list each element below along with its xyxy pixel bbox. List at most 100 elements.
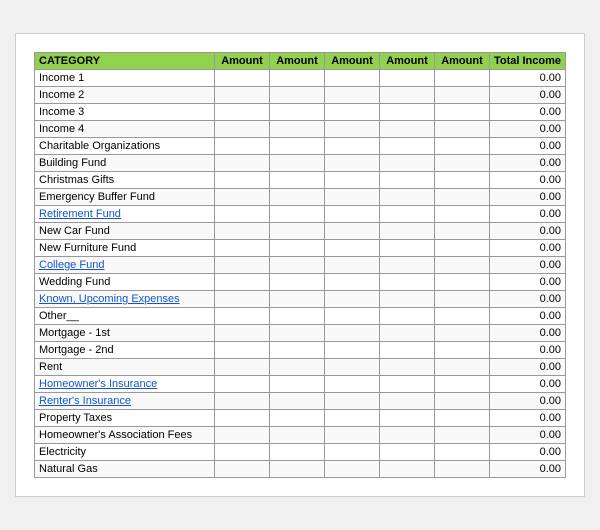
amount-cell[interactable] (214, 410, 269, 427)
amount-cell[interactable] (214, 376, 269, 393)
amount-cell[interactable] (434, 444, 489, 461)
amount-cell[interactable] (269, 325, 324, 342)
amount-cell[interactable] (324, 461, 379, 478)
amount-cell[interactable] (324, 87, 379, 104)
amount-cell[interactable] (434, 308, 489, 325)
amount-cell[interactable] (269, 223, 324, 240)
amount-cell[interactable] (324, 138, 379, 155)
amount-cell[interactable] (434, 325, 489, 342)
amount-cell[interactable] (214, 206, 269, 223)
amount-cell[interactable] (269, 410, 324, 427)
amount-cell[interactable] (434, 104, 489, 121)
amount-cell[interactable] (434, 393, 489, 410)
amount-cell[interactable] (324, 444, 379, 461)
amount-cell[interactable] (324, 427, 379, 444)
amount-cell[interactable] (324, 342, 379, 359)
amount-cell[interactable] (214, 393, 269, 410)
amount-cell[interactable] (434, 376, 489, 393)
amount-cell[interactable] (269, 155, 324, 172)
amount-cell[interactable] (269, 393, 324, 410)
amount-cell[interactable] (379, 393, 434, 410)
amount-cell[interactable] (269, 342, 324, 359)
amount-cell[interactable] (434, 410, 489, 427)
amount-cell[interactable] (269, 427, 324, 444)
amount-cell[interactable] (434, 223, 489, 240)
amount-cell[interactable] (324, 410, 379, 427)
amount-cell[interactable] (269, 240, 324, 257)
category-link[interactable]: Renter's Insurance (39, 395, 131, 407)
amount-cell[interactable] (379, 376, 434, 393)
amount-cell[interactable] (269, 206, 324, 223)
amount-cell[interactable] (214, 461, 269, 478)
amount-cell[interactable] (379, 342, 434, 359)
amount-cell[interactable] (214, 342, 269, 359)
amount-cell[interactable] (214, 308, 269, 325)
amount-cell[interactable] (324, 376, 379, 393)
amount-cell[interactable] (269, 359, 324, 376)
amount-cell[interactable] (379, 189, 434, 206)
amount-cell[interactable] (214, 444, 269, 461)
amount-cell[interactable] (214, 155, 269, 172)
amount-cell[interactable] (324, 70, 379, 87)
amount-cell[interactable] (434, 87, 489, 104)
amount-cell[interactable] (324, 308, 379, 325)
amount-cell[interactable] (434, 291, 489, 308)
amount-cell[interactable] (379, 223, 434, 240)
amount-cell[interactable] (379, 70, 434, 87)
amount-cell[interactable] (324, 257, 379, 274)
category-link[interactable]: Homeowner's Insurance (39, 378, 157, 390)
amount-cell[interactable] (269, 376, 324, 393)
amount-cell[interactable] (434, 359, 489, 376)
amount-cell[interactable] (379, 274, 434, 291)
amount-cell[interactable] (434, 257, 489, 274)
amount-cell[interactable] (324, 206, 379, 223)
amount-cell[interactable] (324, 121, 379, 138)
amount-cell[interactable] (379, 427, 434, 444)
amount-cell[interactable] (214, 257, 269, 274)
amount-cell[interactable] (214, 274, 269, 291)
amount-cell[interactable] (269, 70, 324, 87)
amount-cell[interactable] (269, 87, 324, 104)
amount-cell[interactable] (324, 393, 379, 410)
amount-cell[interactable] (379, 257, 434, 274)
amount-cell[interactable] (379, 206, 434, 223)
amount-cell[interactable] (324, 189, 379, 206)
amount-cell[interactable] (379, 121, 434, 138)
amount-cell[interactable] (214, 172, 269, 189)
amount-cell[interactable] (434, 155, 489, 172)
amount-cell[interactable] (379, 444, 434, 461)
amount-cell[interactable] (379, 325, 434, 342)
amount-cell[interactable] (214, 138, 269, 155)
amount-cell[interactable] (269, 291, 324, 308)
amount-cell[interactable] (214, 189, 269, 206)
amount-cell[interactable] (214, 121, 269, 138)
amount-cell[interactable] (214, 87, 269, 104)
amount-cell[interactable] (269, 172, 324, 189)
amount-cell[interactable] (379, 359, 434, 376)
amount-cell[interactable] (434, 172, 489, 189)
amount-cell[interactable] (214, 291, 269, 308)
amount-cell[interactable] (324, 155, 379, 172)
amount-cell[interactable] (434, 206, 489, 223)
amount-cell[interactable] (214, 359, 269, 376)
amount-cell[interactable] (269, 274, 324, 291)
amount-cell[interactable] (379, 461, 434, 478)
amount-cell[interactable] (269, 444, 324, 461)
amount-cell[interactable] (379, 410, 434, 427)
amount-cell[interactable] (379, 240, 434, 257)
amount-cell[interactable] (324, 274, 379, 291)
amount-cell[interactable] (324, 223, 379, 240)
amount-cell[interactable] (269, 104, 324, 121)
amount-cell[interactable] (379, 104, 434, 121)
amount-cell[interactable] (324, 240, 379, 257)
amount-cell[interactable] (324, 104, 379, 121)
amount-cell[interactable] (269, 257, 324, 274)
amount-cell[interactable] (379, 308, 434, 325)
amount-cell[interactable] (434, 70, 489, 87)
amount-cell[interactable] (269, 308, 324, 325)
amount-cell[interactable] (434, 189, 489, 206)
amount-cell[interactable] (269, 121, 324, 138)
amount-cell[interactable] (214, 427, 269, 444)
amount-cell[interactable] (269, 138, 324, 155)
amount-cell[interactable] (434, 121, 489, 138)
